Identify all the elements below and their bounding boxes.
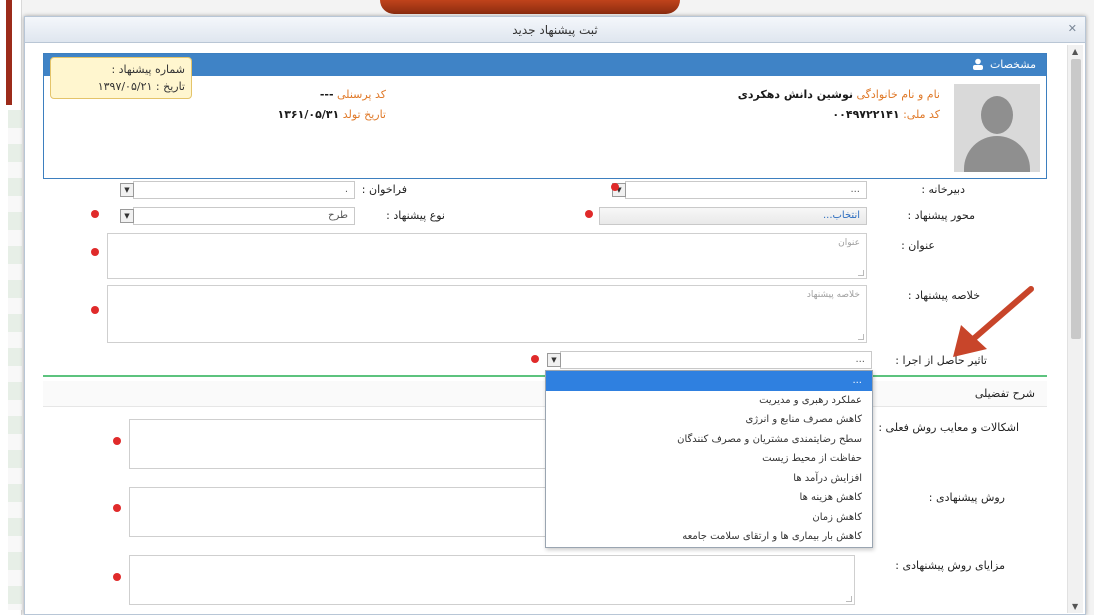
- resize-grip-icon[interactable]: [858, 334, 864, 340]
- required-indicator: [531, 355, 539, 363]
- required-indicator: [113, 437, 121, 445]
- birth-date-value: ۱۳۶۱/۰۵/۳۱: [277, 108, 340, 121]
- impact-value: ...: [855, 354, 865, 365]
- chevron-down-icon[interactable]: ▼: [547, 353, 561, 367]
- axis-value: انتخاب...: [822, 210, 860, 221]
- required-indicator: [91, 210, 99, 218]
- national-code-label: کد ملی: [906, 108, 940, 121]
- dropdown-option[interactable]: عملکرد رهبری و مدیریت: [546, 391, 872, 411]
- title-placeholder: عنوان: [838, 238, 860, 248]
- required-indicator: [113, 504, 121, 512]
- avatar: [954, 84, 1040, 172]
- date-value: ۱۳۹۷/۰۵/۲۱: [97, 80, 153, 93]
- dropdown-option[interactable]: افزایش درآمد ها: [546, 469, 872, 489]
- chevron-down-icon[interactable]: ▼: [120, 209, 134, 223]
- problems-label: اشکالات و معایب روش فعلی :: [878, 421, 1019, 434]
- required-indicator: [91, 248, 99, 256]
- national-code-field: کد ملی: ۰۰۴۹۷۲۲۱۴۱: [832, 108, 940, 121]
- personnel-code-label: کد پرسنلی: [337, 88, 386, 101]
- chevron-down-icon[interactable]: ▼: [120, 183, 134, 197]
- scroll-up-icon[interactable]: ▲: [1072, 47, 1078, 56]
- required-indicator: [611, 183, 619, 191]
- dropdown-option[interactable]: کاهش بار بیماری ها و ارتقای سلامت جامعه: [546, 527, 872, 547]
- suggestion-number-label: شماره پیشنهاد :: [111, 63, 185, 76]
- dropdown-option[interactable]: کاهش مصرف منابع و انرژی: [546, 410, 872, 430]
- proposed-method-label: روش پیشنهادی :: [928, 491, 1005, 504]
- dropdown-option[interactable]: کاهش هزینه ها: [546, 488, 872, 508]
- close-icon[interactable]: ✕: [1068, 22, 1077, 35]
- type-select[interactable]: طرح ▼: [120, 207, 355, 225]
- screenshot-stage: ثبت پیشنهاد جدید ✕ ▲ ▼ مشخصات نام و نام …: [0, 0, 1094, 615]
- secretariat-value: ...: [850, 184, 860, 195]
- secretariat-select[interactable]: ... ▼: [612, 181, 867, 199]
- suggestion-number-badge: شماره پیشنهاد : تاریخ : ۱۳۹۷/۰۵/۲۱: [50, 57, 192, 99]
- impact-select[interactable]: ... ▼: [547, 351, 872, 369]
- personnel-code-field: کد پرسنلی ---: [320, 88, 386, 101]
- birth-date-label: تاریخ تولد: [342, 108, 386, 121]
- date-label: تاریخ :: [155, 80, 185, 93]
- dialog-title: ثبت پیشنهاد جدید: [512, 23, 598, 37]
- call-label: فراخوان :: [361, 183, 407, 196]
- call-select[interactable]: . ▼: [120, 181, 355, 199]
- required-indicator: [585, 210, 593, 218]
- impact-dropdown-list[interactable]: ... عملکرد رهبری و مدیریت کاهش مصرف منابع …: [545, 370, 873, 548]
- advantages-input[interactable]: [129, 555, 855, 605]
- required-indicator: [91, 306, 99, 314]
- detail-section-title: شرح تفضیلی: [974, 387, 1035, 400]
- dropdown-option[interactable]: سطح رضایتمندی مشتریان و مصرف کنندگان: [546, 430, 872, 450]
- title-label: عنوان :: [901, 239, 935, 252]
- name-field: نام و نام خانوادگی نوشین دانش دهکردی: [738, 88, 940, 101]
- resize-grip-icon[interactable]: [846, 596, 852, 602]
- scroll-down-icon[interactable]: ▼: [1072, 602, 1078, 611]
- scroll-thumb[interactable]: [1071, 59, 1081, 339]
- user-icon: [973, 58, 983, 70]
- dropdown-option[interactable]: ...: [546, 371, 872, 391]
- required-indicator: [113, 573, 121, 581]
- dropdown-option[interactable]: حفاظت از محیط زیست: [546, 449, 872, 469]
- national-code-value: ۰۰۴۹۷۲۲۱۴۱: [832, 108, 900, 121]
- type-value: طرح: [328, 210, 348, 221]
- axis-label: محور پیشنهاد :: [907, 209, 975, 222]
- profile-panel-header: مشخصات: [44, 54, 1046, 76]
- axis-lookup[interactable]: انتخاب...: [599, 207, 867, 225]
- birth-date-field: تاریخ تولد ۱۳۶۱/۰۵/۳۱: [277, 108, 386, 121]
- type-label: نوع پیشنهاد :: [386, 209, 445, 222]
- vertical-scrollbar[interactable]: ▲ ▼: [1067, 45, 1083, 613]
- new-suggestion-dialog: ثبت پیشنهاد جدید ✕ ▲ ▼ مشخصات نام و نام …: [24, 16, 1086, 615]
- profile-panel-title: مشخصات: [989, 58, 1036, 71]
- slide-accent-bar: [6, 0, 12, 105]
- summary-placeholder: خلاصه پیشنهاد: [806, 290, 860, 300]
- summary-input[interactable]: خلاصه پیشنهاد: [107, 285, 867, 343]
- slide-thumbnail-strip: [8, 110, 22, 610]
- annotation-arrow-icon: [953, 286, 1034, 357]
- name-label: نام و نام خانوادگی: [856, 88, 940, 101]
- slide-decoration: [380, 0, 680, 14]
- dialog-titlebar[interactable]: ثبت پیشنهاد جدید ✕: [25, 17, 1085, 43]
- profile-panel: مشخصات نام و نام خانوادگی نوشین دانش دهک…: [43, 53, 1047, 179]
- dropdown-option[interactable]: کاهش زمان: [546, 508, 872, 528]
- title-input[interactable]: عنوان: [107, 233, 867, 279]
- personnel-code-value: ---: [319, 88, 334, 101]
- resize-grip-icon[interactable]: [858, 270, 864, 276]
- advantages-label: مزایای روش پیشنهادی :: [895, 559, 1005, 572]
- call-value: .: [344, 184, 348, 195]
- name-value: نوشین دانش دهکردی: [737, 88, 853, 101]
- secretariat-label: دبیرخانه :: [921, 183, 965, 196]
